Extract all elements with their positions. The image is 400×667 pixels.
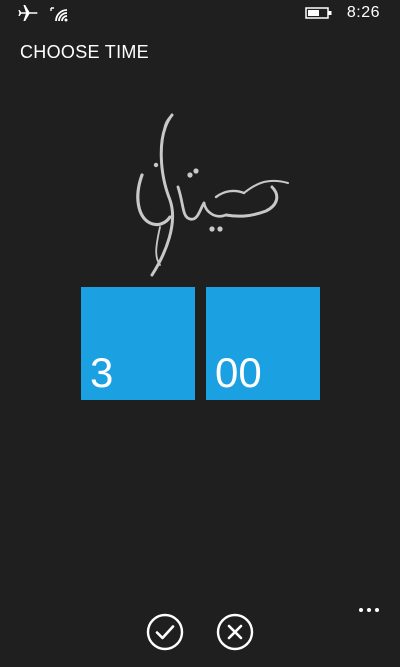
- more-options-button[interactable]: [358, 605, 380, 615]
- status-bar: 8:26: [0, 0, 400, 32]
- ellipsis-icon: [359, 608, 379, 612]
- status-left: [18, 4, 68, 22]
- minute-tile[interactable]: 00: [206, 287, 320, 400]
- status-clock: 8:26: [346, 4, 380, 21]
- done-button[interactable]: [146, 613, 184, 651]
- airplane-mode-icon: [18, 5, 38, 21]
- page-title: CHOOSE TIME: [20, 42, 149, 62]
- battery-icon: [305, 7, 332, 19]
- minute-value: 00: [215, 349, 262, 396]
- app-bar: [0, 595, 400, 667]
- time-picker-screen: 8:26 CHOOSE TIME 3 00: [0, 0, 400, 667]
- cancel-button[interactable]: [216, 613, 254, 651]
- status-right: 8:26: [305, 4, 380, 22]
- hour-value: 3: [90, 349, 114, 396]
- hour-tile[interactable]: 3: [81, 287, 195, 400]
- check-icon: [155, 625, 175, 640]
- time-picker: 3 00: [81, 287, 320, 400]
- wifi-icon: [50, 7, 68, 22]
- arabic-calligraphy-logo: [136, 113, 289, 277]
- close-icon: [227, 624, 243, 640]
- check-icon-ring: [146, 613, 184, 651]
